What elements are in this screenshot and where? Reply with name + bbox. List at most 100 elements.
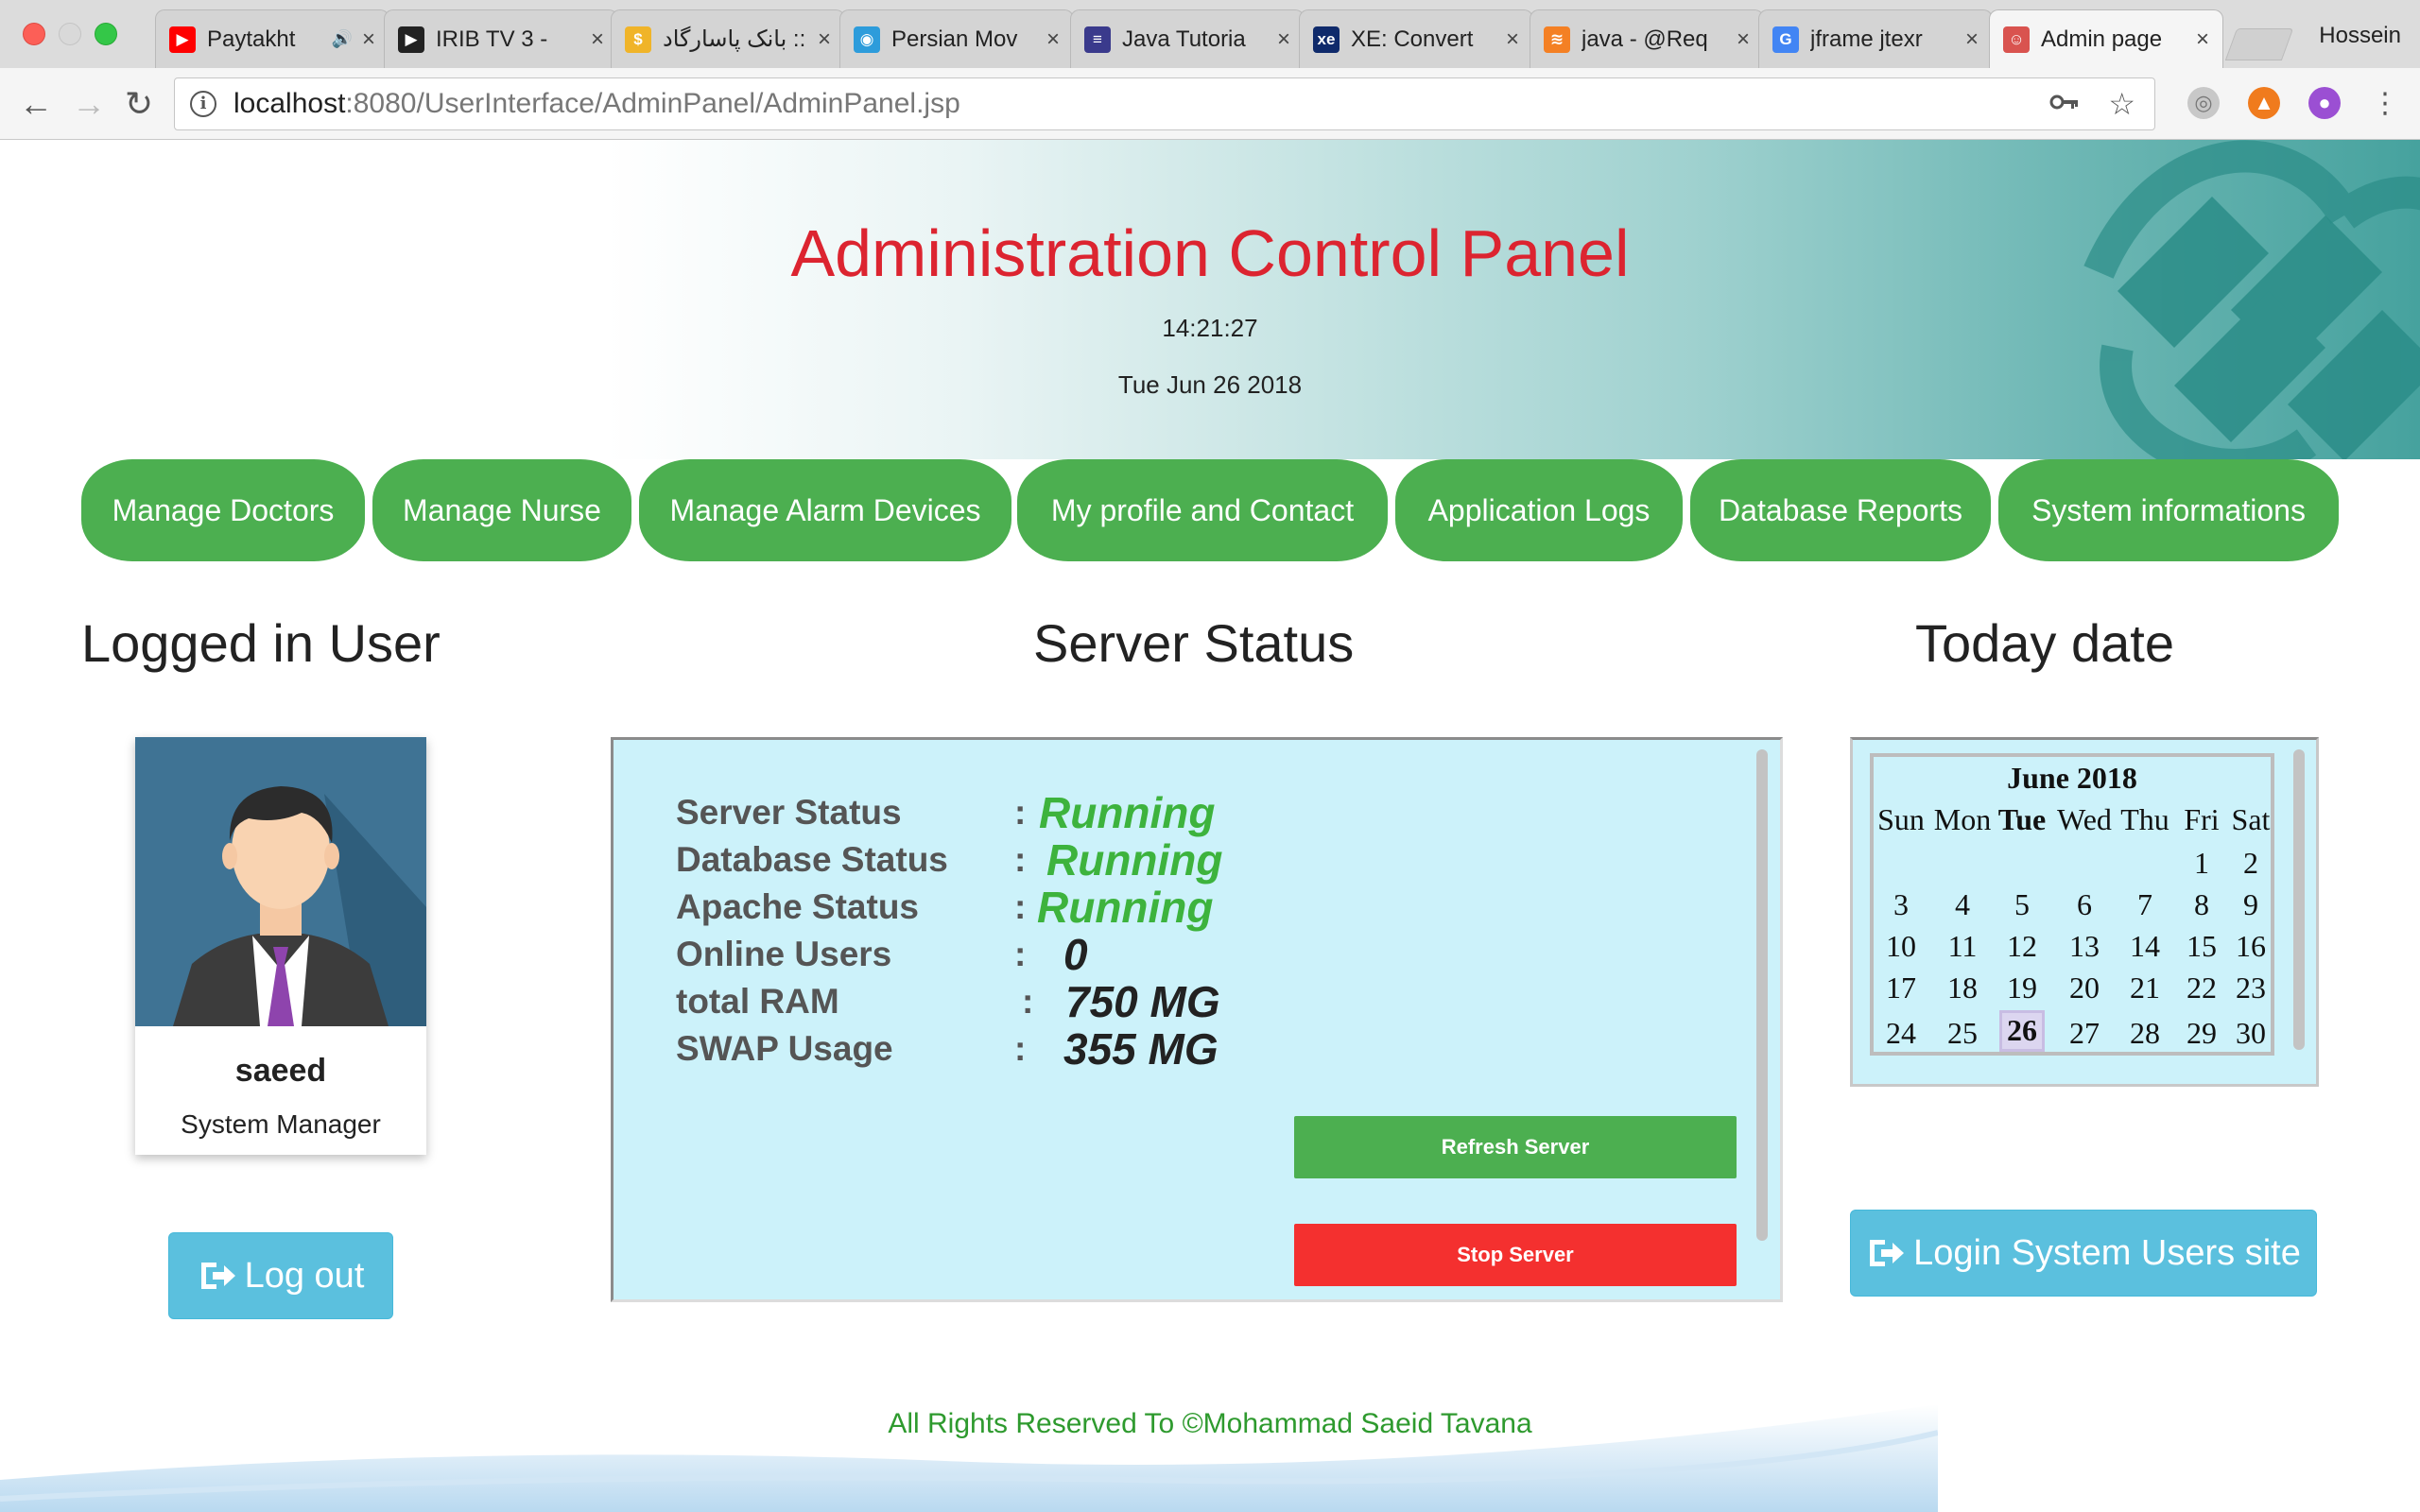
status-row: Database Status: Running [676, 835, 1338, 885]
tab-title: Admin page [2041, 26, 2163, 52]
tab-close-icon[interactable]: × [1506, 26, 1519, 53]
calendar-day[interactable]: 18 [1932, 971, 1993, 1005]
server-panel-scrollbar[interactable] [1744, 740, 1780, 1299]
info-icon[interactable]: i [190, 91, 216, 117]
status-separator: : [1014, 1029, 1027, 1068]
calendar-day[interactable]: 2 [2223, 846, 2278, 881]
browser-tab[interactable]: ▶ Paytakht 🔊 × [155, 9, 389, 68]
server-panel-scroll-thumb[interactable] [1756, 749, 1768, 1241]
back-arrow-icon[interactable]: ← [19, 87, 53, 121]
calendar-day[interactable]: 4 [1932, 887, 1993, 922]
status-label: total RAM [676, 982, 839, 1021]
tab-close-icon[interactable]: × [591, 26, 604, 53]
flame-extension-icon[interactable]: ▲ [2248, 87, 2280, 119]
browser-tab[interactable]: $ بانک پاسارگاد :: × [611, 9, 845, 68]
login-system-users-button[interactable]: Login System Users site [1850, 1210, 2317, 1297]
browser-tab[interactable]: xe XE: Convert × [1299, 9, 1533, 68]
calendar-day[interactable]: 27 [2057, 1016, 2112, 1051]
calendar-day-today[interactable]: 26 [1999, 1010, 2045, 1052]
calendar-day[interactable]: 13 [2057, 929, 2112, 964]
browser-tab[interactable]: Gjframe jtexr × [1758, 9, 1993, 68]
calendar-day[interactable]: 29 [2174, 1016, 2229, 1051]
browser-tab[interactable]: ≋ java - @Req × [1530, 9, 1764, 68]
server-status-heading: Server Status [1033, 613, 1355, 673]
page-title: Administration Control Panel [790, 216, 1630, 290]
calendar-day[interactable]: 21 [2118, 971, 2172, 1005]
status-value: Running [1046, 835, 1223, 885]
browser-tab[interactable]: ▶ IRIB TV 3 - × [384, 9, 618, 68]
calendar-day[interactable]: 15 [2174, 929, 2229, 964]
calendar-day[interactable]: 8 [2174, 887, 2229, 922]
current-date: Tue Jun 26 2018 [1117, 370, 1303, 399]
calendar-day[interactable]: 25 [1932, 1016, 1993, 1051]
calendar-weekday: Mon [1933, 802, 1992, 836]
refresh-server-button[interactable]: Refresh Server [1294, 1116, 1737, 1178]
calendar-day[interactable]: 1 [2174, 846, 2229, 881]
reload-icon[interactable]: ↻ [125, 87, 153, 121]
forward-arrow-icon[interactable]: → [72, 87, 106, 121]
browser-tab[interactable]: ≡ Java Tutoria × [1070, 9, 1305, 68]
browser-tabstrip: ▶ Paytakht 🔊 × ▶ IRIB TV 3 - × $ بانک پاسارگاد … [0, 0, 2420, 68]
new-tab-button[interactable] [2224, 28, 2294, 60]
calendar-day[interactable]: 9 [2223, 887, 2278, 922]
calendar-day[interactable]: 23 [2223, 971, 2278, 1005]
calendar-day[interactable]: 10 [1874, 929, 1928, 964]
vpn-extension-icon[interactable]: ● [2308, 87, 2341, 119]
status-label: Server Status [676, 793, 902, 832]
calendar-scroll-thumb[interactable] [2293, 749, 2305, 1050]
calendar-day[interactable]: 6 [2057, 887, 2112, 922]
window-minimize-button[interactable] [59, 23, 81, 45]
calendar-day[interactable]: 20 [2057, 971, 2112, 1005]
tab-close-icon[interactable]: × [818, 26, 831, 53]
window-zoom-button[interactable] [95, 23, 117, 45]
stop-server-button[interactable]: Stop Server [1294, 1224, 1737, 1286]
status-label: Database Status [676, 840, 948, 879]
logout-button[interactable]: Log out [168, 1232, 393, 1319]
nav-manage-nurse[interactable]: Manage Nurse [372, 459, 631, 561]
tab-close-icon[interactable]: × [1965, 26, 1979, 53]
nav-database-reports[interactable]: Database Reports [1690, 459, 1991, 561]
stackoverflow-icon: ≋ [1544, 26, 1570, 53]
menu-kebab-icon[interactable]: ⋮ [2369, 87, 2401, 119]
tab-close-icon[interactable]: × [1737, 26, 1750, 53]
key-icon[interactable] [2048, 86, 2080, 126]
speaker-icon[interactable]: 🔊 [332, 29, 353, 49]
nav-manage-doctors[interactable]: Manage Doctors [81, 459, 365, 561]
status-separator: : [1014, 935, 1027, 973]
status-row: Apache Status: Running [676, 883, 1338, 932]
browser-tab[interactable]: ☺ Admin page × [1989, 9, 2223, 68]
nav-application-logs[interactable]: Application Logs [1395, 459, 1683, 561]
browser-tab[interactable]: ◉ Persian Mov × [839, 9, 1074, 68]
tab-close-icon[interactable]: × [2196, 26, 2209, 53]
calendar-day[interactable]: 28 [2118, 1016, 2172, 1051]
nav-system-informations[interactable]: System informations [1998, 459, 2339, 561]
browser-profile-name[interactable]: Hossein [2319, 23, 2401, 49]
google-icon: G [1772, 26, 1799, 53]
calendar-day[interactable]: 24 [1874, 1016, 1928, 1051]
tab-title: XE: Convert [1351, 26, 1474, 52]
calendar-day[interactable]: 5 [1995, 887, 2049, 922]
status-value: 750 MG [1065, 977, 1220, 1026]
tab-close-icon[interactable]: × [362, 26, 375, 53]
tab-close-icon[interactable]: × [1046, 26, 1060, 53]
nav-manage-alarm-devices[interactable]: Manage Alarm Devices [639, 459, 1011, 561]
tab-close-icon[interactable]: × [1277, 26, 1290, 53]
calendar-day[interactable]: 22 [2174, 971, 2229, 1005]
calendar-day[interactable]: 17 [1874, 971, 1928, 1005]
calendar-day[interactable]: 3 [1874, 887, 1928, 922]
nav-my-profile-contact[interactable]: My profile and Contact [1017, 459, 1388, 561]
calendar-weekday: Wed [2057, 802, 2112, 836]
calendar-day[interactable]: 14 [2118, 929, 2172, 964]
globe-icon[interactable]: ◎ [2187, 87, 2220, 119]
calendar-day[interactable]: 12 [1995, 929, 2049, 964]
calendar-day[interactable]: 30 [2223, 1016, 2278, 1051]
server-status-panel: Server Status: Running Database Status: Run… [611, 737, 1783, 1302]
calendar-day[interactable]: 11 [1932, 929, 1993, 964]
bookmark-star-icon[interactable]: ☆ [2108, 86, 2135, 126]
user-name: saeed [234, 1053, 327, 1089]
address-bar[interactable]: i localhost:8080/UserInterface/AdminPane… [174, 77, 2155, 130]
calendar-day[interactable]: 19 [1995, 971, 2049, 1005]
calendar-day[interactable]: 7 [2118, 887, 2172, 922]
calendar-day[interactable]: 16 [2223, 929, 2278, 964]
window-close-button[interactable] [23, 23, 45, 45]
